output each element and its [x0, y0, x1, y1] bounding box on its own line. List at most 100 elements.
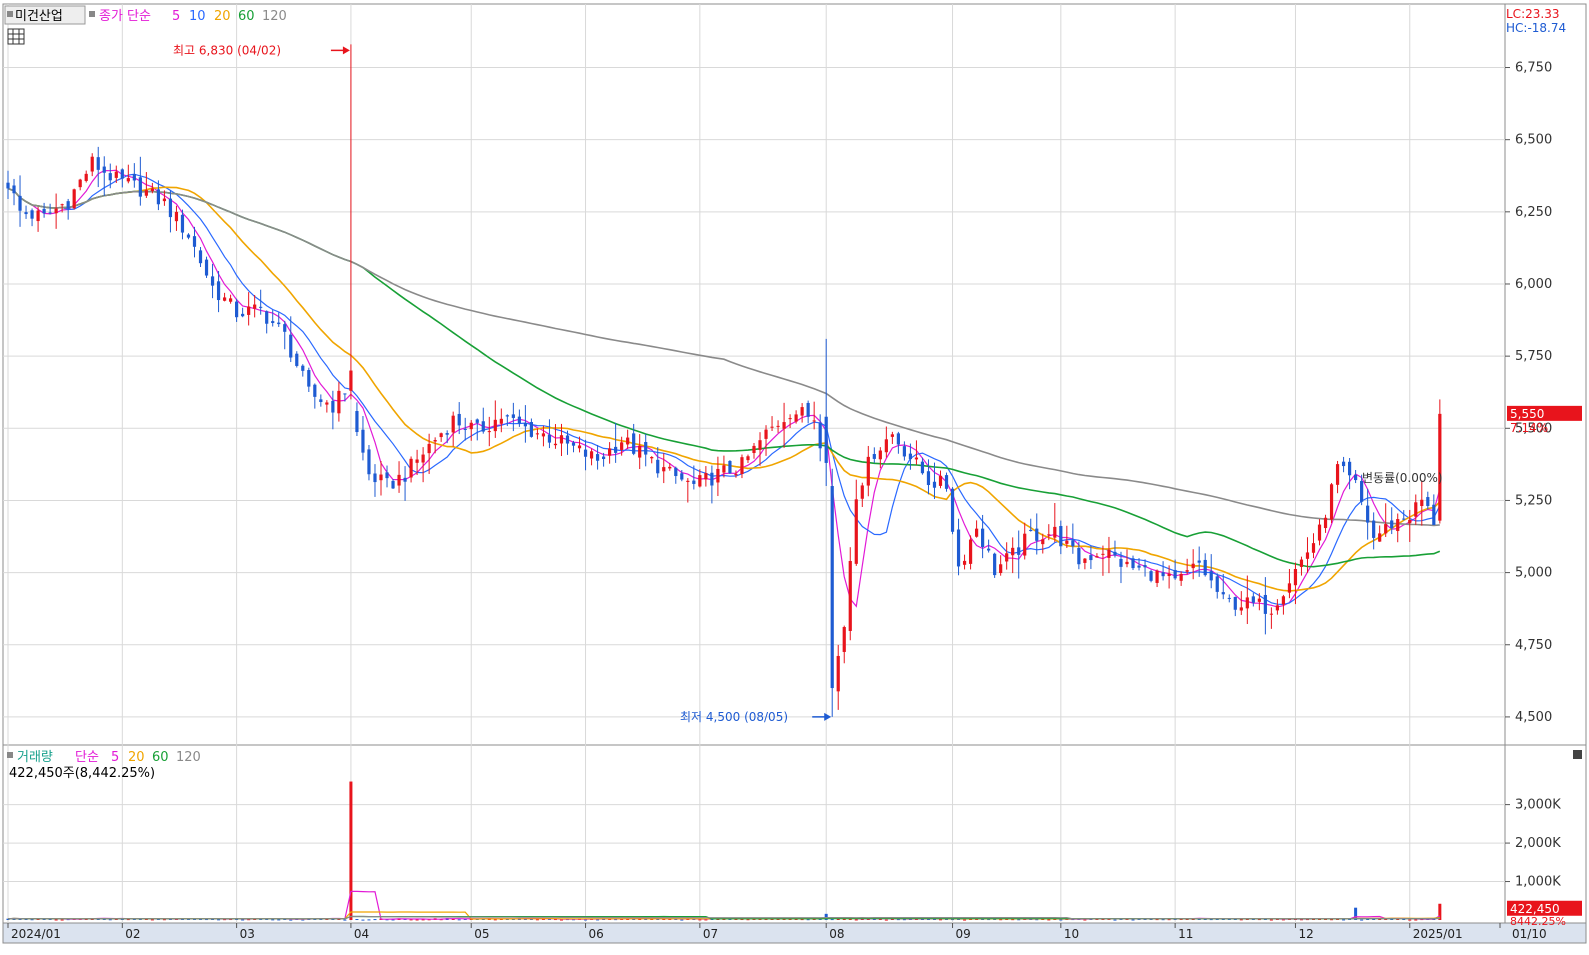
candle-body: [776, 425, 780, 427]
volume-bar: [361, 919, 365, 921]
volatility-label: 변동률(0.00%): [1362, 471, 1443, 485]
candle-body: [1384, 524, 1388, 534]
candle-body: [1378, 533, 1382, 542]
legend-ma10[interactable]: 10: [189, 9, 206, 24]
low-annotation: 최저 4,500 (08/05): [680, 710, 788, 724]
vol-legend-ma20[interactable]: 20: [128, 750, 145, 765]
candle-body: [1209, 571, 1213, 581]
candle-body: [1390, 520, 1394, 529]
candle-body: [427, 443, 431, 454]
volume-bar: [1059, 919, 1063, 921]
chart-svg[interactable]: 4,5004,7505,0005,2505,5005,7506,0006,250…: [0, 0, 1589, 951]
candle-body: [114, 171, 118, 178]
volume-panel-bg: [2, 744, 1506, 924]
candle-body: [481, 421, 485, 432]
candle-body: [1095, 556, 1099, 558]
candle-body: [583, 449, 588, 457]
legend-ma120[interactable]: 120: [262, 9, 287, 24]
candle-body: [523, 422, 527, 427]
candle-body: [475, 419, 479, 423]
candle-body: [463, 428, 467, 430]
current-ratio-label: 8442.25%: [1510, 915, 1566, 928]
candle-body: [674, 467, 678, 477]
vol-legend-ma60[interactable]: 60: [152, 750, 169, 765]
candle-body: [108, 173, 112, 181]
candle-body: [1323, 517, 1328, 529]
candle-body: [1263, 594, 1267, 614]
candle-body: [1281, 596, 1286, 605]
volume-bar: [854, 919, 858, 921]
candle-body: [812, 420, 816, 422]
candle-body: [698, 475, 702, 487]
candle-body: [1197, 560, 1201, 563]
time-tick-label: 03: [240, 927, 255, 941]
candle-body: [1059, 525, 1063, 547]
legend-square-icon: [7, 11, 13, 17]
candle-body: [692, 480, 696, 484]
candle-body: [48, 212, 52, 214]
candle-body: [650, 456, 654, 459]
candle-body: [1251, 596, 1255, 603]
candle-body: [331, 400, 335, 413]
candle-body: [866, 456, 870, 486]
grid-table-icon[interactable]: [7, 28, 25, 45]
candle-body: [451, 415, 455, 433]
candle-body: [1179, 574, 1183, 581]
volume-bar: [1408, 919, 1412, 921]
vol-legend-ma5[interactable]: 5: [111, 750, 119, 765]
candle-body: [656, 459, 660, 474]
candle-body: [764, 429, 768, 439]
volume-panel-collapse-icon[interactable]: [1573, 750, 1582, 759]
candle-body: [12, 185, 16, 194]
candle-body: [722, 465, 726, 473]
current-volume-text: 422,450주(8,442.25%): [9, 766, 155, 781]
candle-body: [132, 174, 136, 181]
candle-body: [138, 177, 142, 197]
candle-body: [932, 481, 937, 488]
candle-body: [1396, 519, 1400, 532]
candle-body: [800, 407, 804, 416]
candle-body: [1143, 565, 1147, 568]
candle-body: [60, 204, 64, 206]
candle-body: [54, 208, 58, 214]
volume-tick-label: 2,000K: [1515, 836, 1561, 851]
candle-body: [1041, 539, 1045, 545]
volume-bar: [241, 919, 245, 921]
price-axis-panel: [1504, 3, 1587, 746]
candle-body: [1275, 605, 1280, 611]
current-change-label: 7.14%: [1510, 421, 1548, 435]
candle-body: [1119, 558, 1123, 567]
legend-ma60[interactable]: 60: [238, 9, 255, 24]
candle-body: [1125, 561, 1129, 565]
candle-body: [890, 434, 894, 437]
stock-name[interactable]: 미건산업: [15, 9, 63, 24]
stock-chart[interactable]: 4,500 4,750 5,000 5,250 5,500 5,750 6,000 6,250…: [0, 0, 1589, 951]
vol-legend-ma120[interactable]: 120: [176, 750, 201, 765]
candle-body: [198, 250, 203, 264]
candle-body: [84, 173, 88, 181]
time-tick-label: 01/10: [1512, 927, 1547, 941]
legend-ma5[interactable]: 5: [172, 9, 180, 24]
volume-bar: [1414, 919, 1418, 921]
time-tick-label: 04: [354, 927, 369, 941]
candle-body: [120, 169, 124, 179]
time-tick-label: 07: [703, 927, 718, 941]
candle-body: [1107, 549, 1111, 558]
candle-body: [1215, 576, 1219, 592]
time-tick-label: 10: [1064, 927, 1079, 941]
candle-body: [180, 214, 185, 233]
candle-body: [78, 179, 82, 188]
candle-body: [42, 208, 46, 214]
price-tick-label: 6,000: [1515, 277, 1552, 292]
volume-bar: [415, 919, 419, 921]
legend-ma20[interactable]: 20: [214, 9, 231, 24]
candle-body: [981, 528, 985, 548]
candle-body: [589, 451, 594, 459]
candle-body: [1149, 571, 1153, 581]
volume-bar: [373, 919, 377, 921]
candle-body: [1191, 563, 1195, 569]
candle-body: [734, 474, 738, 476]
candle-body: [938, 475, 943, 486]
candle-body: [367, 449, 371, 475]
candle-body: [559, 435, 564, 444]
